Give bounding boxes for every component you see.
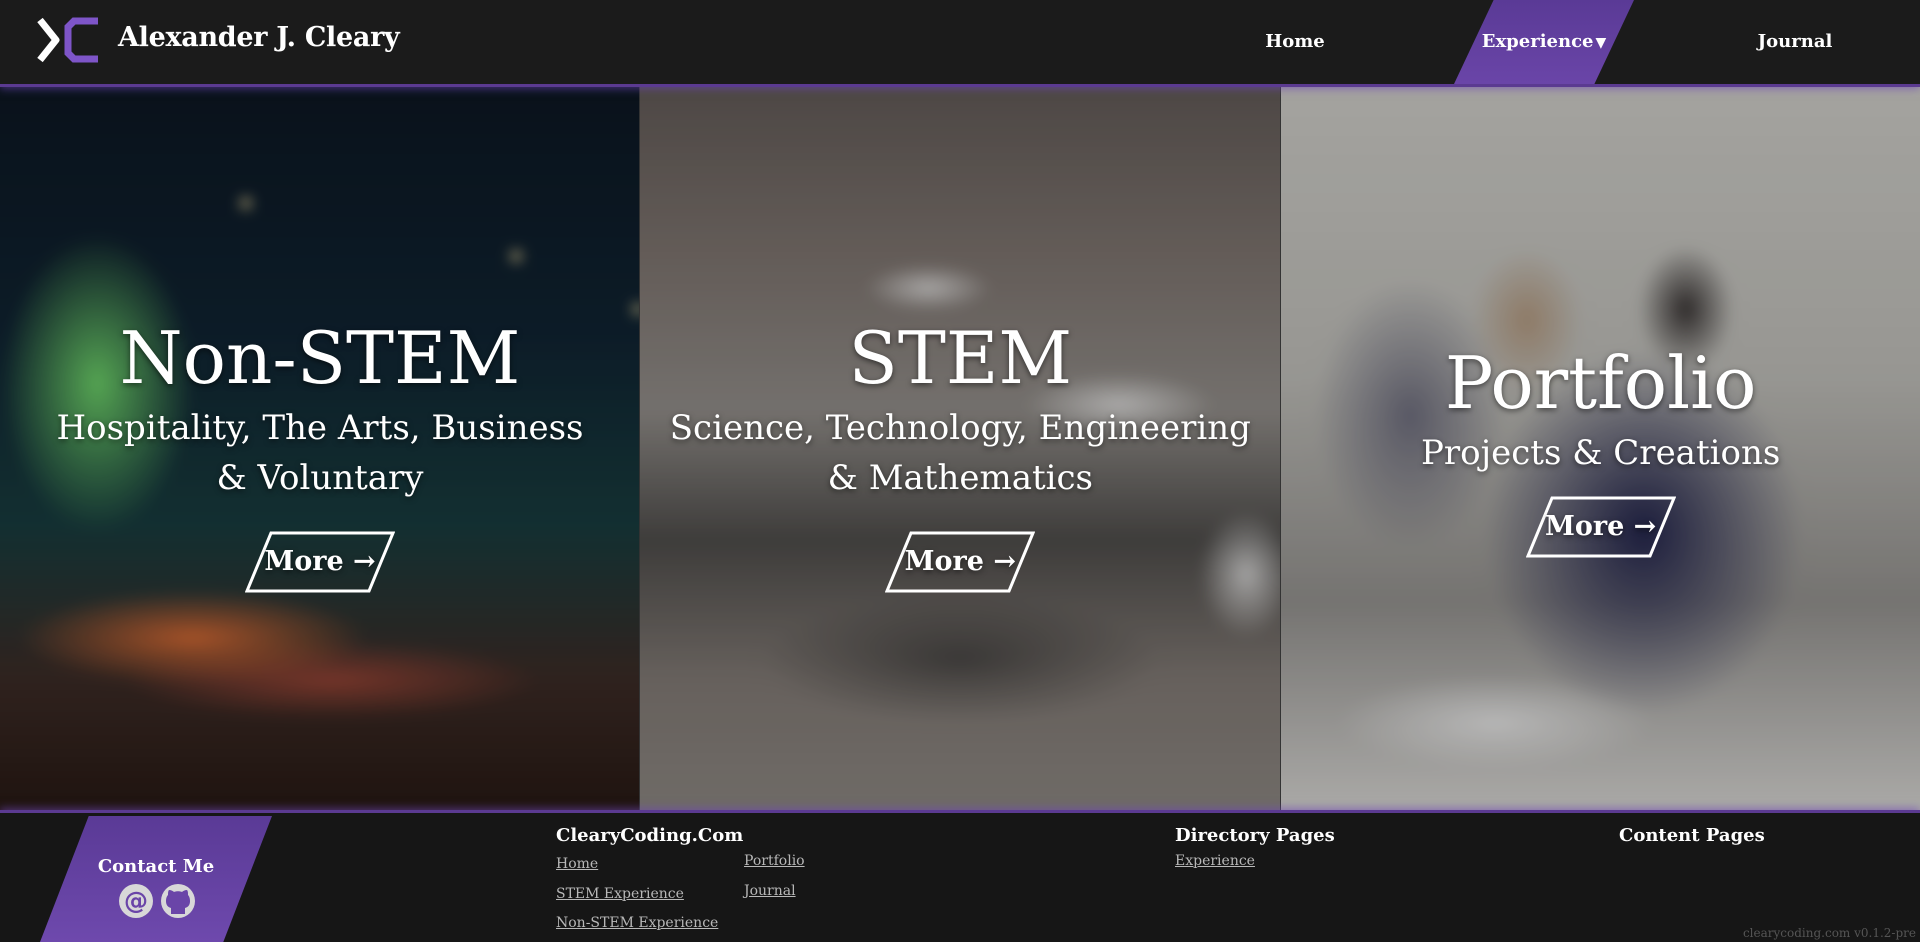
panel-non-stem[interactable]: Non-STEM Hospitality, The Arts, Business… <box>0 87 640 810</box>
contact-label: Contact Me <box>97 856 215 877</box>
nav-home[interactable]: Home <box>1230 0 1360 84</box>
panel-stem-content: STEM Science, Technology, Engineering & … <box>640 317 1279 593</box>
svg-text:@: @ <box>124 887 148 915</box>
footer-link-non-stem-experience[interactable]: Non-STEM Experience <box>556 915 718 931</box>
nav-experience[interactable]: Experience ▼ <box>1454 0 1634 84</box>
more-button-label: More → <box>264 546 376 577</box>
caret-down-icon: ▼ <box>1595 35 1607 51</box>
footer-site-heading: ClearyCoding.Com <box>556 825 744 846</box>
panel-portfolio-content: Portfolio Projects & Creations More → <box>1281 342 1920 558</box>
site-name[interactable]: Alexander J. Cleary <box>118 22 400 53</box>
footer-link-home[interactable]: Home <box>556 856 598 872</box>
more-button-label: More → <box>1544 511 1657 542</box>
panel-title: STEM <box>848 316 1073 400</box>
panel-stem[interactable]: STEM Science, Technology, Engineering & … <box>639 87 1280 810</box>
panel-subtitle: Hospitality, The Arts, Business & Volunt… <box>56 408 584 498</box>
footer-link-portfolio[interactable]: Portfolio <box>744 853 805 869</box>
panel-portfolio[interactable]: Portfolio Projects & Creations More → <box>1279 87 1920 810</box>
footer-link-experience[interactable]: Experience <box>1175 853 1255 869</box>
panel-title: Portfolio <box>1444 341 1757 425</box>
non-stem-more-button[interactable]: More → <box>245 531 395 593</box>
site-logo-icon[interactable] <box>36 17 102 63</box>
panel-non-stem-content: Non-STEM Hospitality, The Arts, Business… <box>0 317 639 593</box>
github-icon[interactable] <box>161 884 195 918</box>
panel-subtitle: Projects & Creations <box>1421 433 1781 473</box>
nav-experience-label: Experience <box>1481 31 1594 52</box>
portfolio-more-button[interactable]: More → <box>1525 496 1676 558</box>
nav-journal-label: Journal <box>1757 31 1833 52</box>
at-sign-icon[interactable]: @ <box>119 884 153 918</box>
version-label: clearycoding.com v0.1.2-pre <box>1742 926 1916 940</box>
nav-journal[interactable]: Journal <box>1730 0 1860 84</box>
site-header: Alexander J. Cleary Home Experience ▼ Jou… <box>0 0 1920 87</box>
nav-home-label: Home <box>1265 31 1325 52</box>
panel-title: Non-STEM <box>119 316 521 400</box>
footer-directory-heading: Directory Pages <box>1175 825 1335 846</box>
site-footer: Contact Me @ ClearyCoding.Com Home STEM … <box>0 810 1920 942</box>
stem-more-button[interactable]: More → <box>885 531 1036 593</box>
experience-panels: Non-STEM Hospitality, The Arts, Business… <box>0 87 1920 810</box>
footer-content-heading: Content Pages <box>1619 825 1765 846</box>
more-button-label: More → <box>904 546 1016 577</box>
footer-link-journal[interactable]: Journal <box>744 883 796 899</box>
panel-subtitle: Science, Technology, Engineering & Mathe… <box>669 408 1251 498</box>
contact-section: Contact Me @ <box>40 816 272 942</box>
footer-link-stem-experience[interactable]: STEM Experience <box>556 886 684 902</box>
